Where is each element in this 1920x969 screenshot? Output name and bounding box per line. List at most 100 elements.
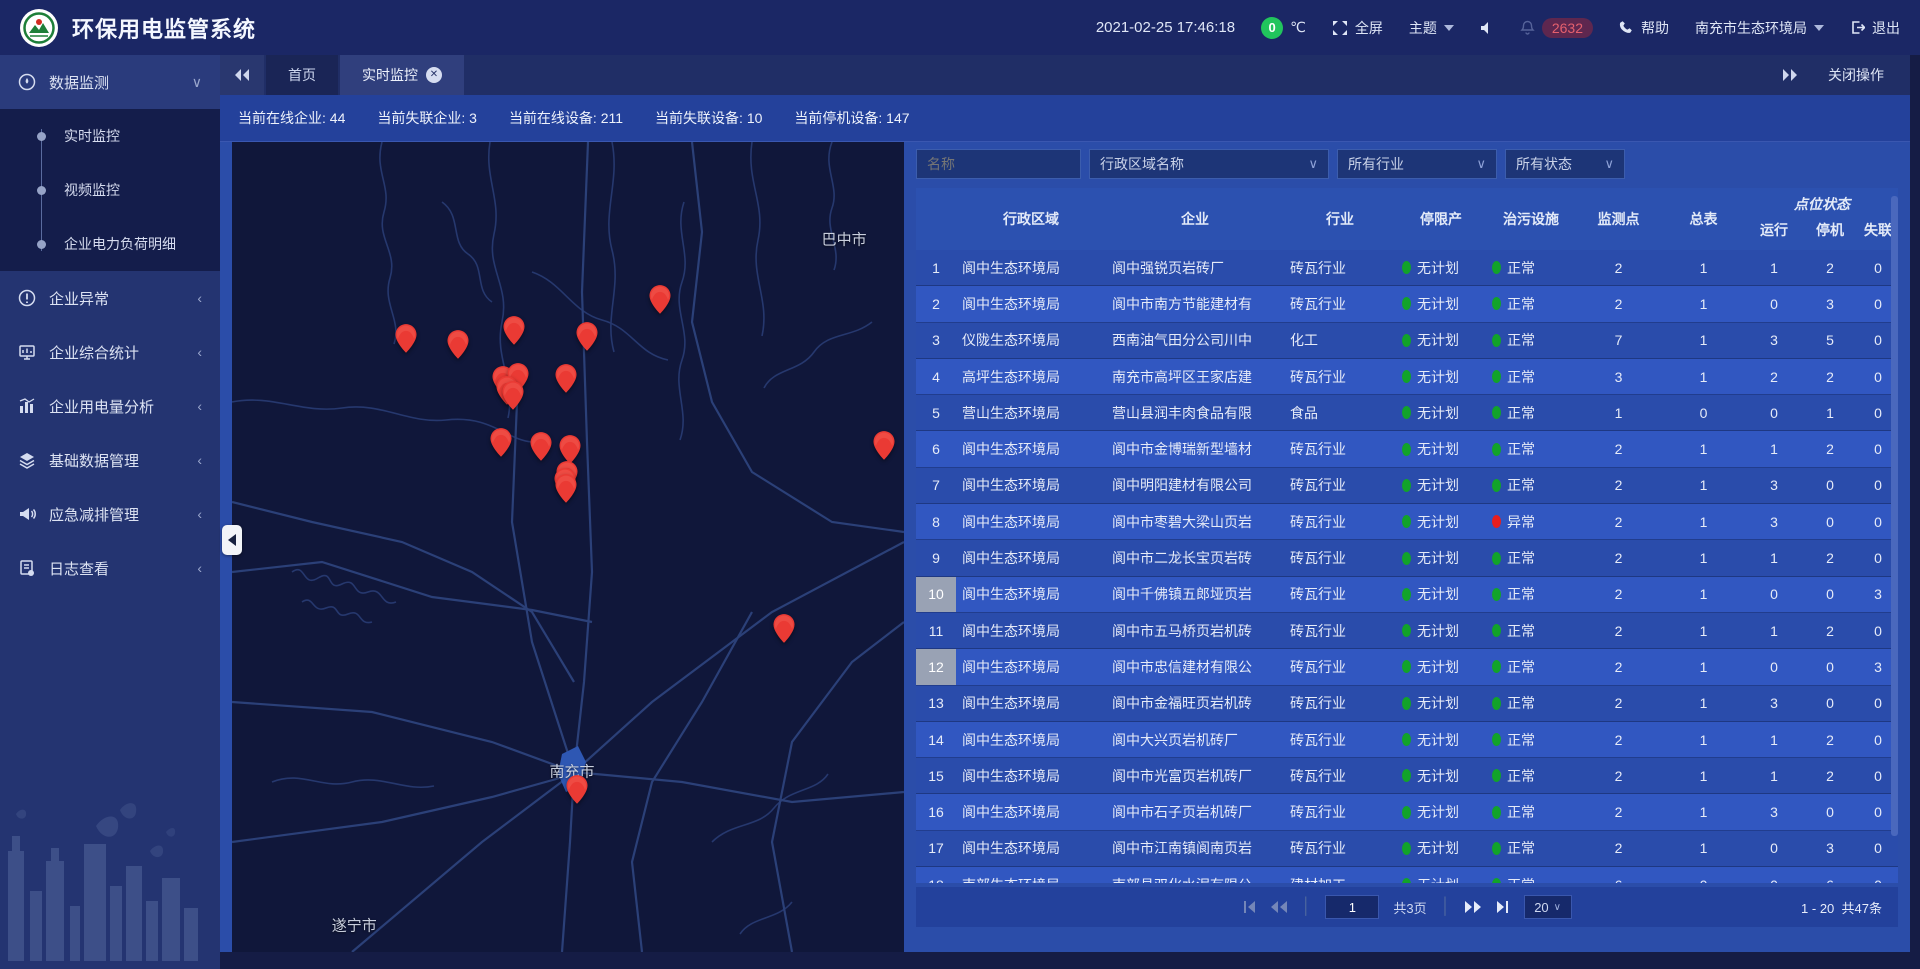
- sidebar-item-realtime-monitor[interactable]: 实时监控: [0, 109, 220, 163]
- status-filter-select[interactable]: 所有状态 ∨: [1505, 149, 1625, 179]
- table-row[interactable]: 9阆中生态环境局阆中市二龙长宝页岩砖砖瓦行业无计划正常21120: [916, 540, 1898, 576]
- cell-meter: 1: [1661, 659, 1746, 675]
- cell-treatment: 正常: [1486, 475, 1576, 495]
- table-row[interactable]: 6阆中生态环境局阆中市金博瑞新型墙材砖瓦行业无计划正常21120: [916, 431, 1898, 467]
- table-row[interactable]: 1阆中生态环境局阆中强锐页岩砖厂砖瓦行业无计划正常21120: [916, 250, 1898, 286]
- table-row[interactable]: 7阆中生态环境局阆中明阳建材有限公司砖瓦行业无计划正常21300: [916, 468, 1898, 504]
- table-row[interactable]: 12阆中生态环境局阆中市忠信建材有限公砖瓦行业无计划正常21003: [916, 649, 1898, 685]
- table-row[interactable]: 17阆中生态环境局阆中市江南镇阆南页岩砖瓦行业无计划正常21030: [916, 831, 1898, 867]
- region-filter-select[interactable]: 行政区域名称 ∨: [1089, 149, 1329, 179]
- cell-offline: 0: [1858, 840, 1898, 856]
- name-filter-field[interactable]: [916, 149, 1081, 179]
- help-button[interactable]: 帮助: [1619, 18, 1669, 38]
- sidebar-item-enterprise-stats[interactable]: 企业综合统计‹: [0, 325, 220, 379]
- cell-treatment: 正常: [1486, 838, 1576, 858]
- cell-meter: 1: [1661, 514, 1746, 530]
- table-row[interactable]: 15阆中生态环境局阆中市光富页岩机砖厂砖瓦行业无计划正常21120: [916, 758, 1898, 794]
- table-row[interactable]: 14阆中生态环境局阆中大兴页岩机砖厂砖瓦行业无计划正常21120: [916, 722, 1898, 758]
- table-header: 行政区域 企业 行业 停限产 治污设施 监测点 总表 点位状态 运行 停机 失联: [916, 188, 1898, 250]
- pager-divider: │: [1301, 898, 1311, 916]
- map-marker-pin[interactable]: [490, 428, 511, 457]
- last-page-button[interactable]: [1495, 901, 1510, 913]
- close-tab-icon[interactable]: ✕: [426, 67, 442, 83]
- cell-run: 0: [1746, 877, 1802, 883]
- table-row[interactable]: 3仪陇生态环境局西南油气田分公司川中化工无计划正常71350: [916, 323, 1898, 359]
- map-marker-pin[interactable]: [555, 364, 576, 393]
- map-marker-pin[interactable]: [566, 775, 587, 804]
- cell-stop: 0: [1802, 514, 1858, 530]
- cell-company: 阆中市石子页岩机砖厂: [1106, 802, 1284, 822]
- status-dot: [1402, 624, 1411, 637]
- close-operations-button[interactable]: 关闭操作: [1828, 65, 1884, 85]
- status-dot: [1402, 697, 1411, 710]
- sidebar-item-base-data[interactable]: 基础数据管理‹: [0, 433, 220, 487]
- cell-meter: 0: [1661, 405, 1746, 421]
- cell-monitor: 2: [1576, 477, 1661, 493]
- table-row[interactable]: 11阆中生态环境局阆中市五马桥页岩机砖砖瓦行业无计划正常21120: [916, 613, 1898, 649]
- cell-meter: 1: [1661, 260, 1746, 276]
- map-marker-pin[interactable]: [447, 330, 468, 359]
- page-size-select[interactable]: 20 ∨: [1524, 895, 1572, 919]
- theme-dropdown[interactable]: 主题: [1409, 18, 1454, 38]
- logout-button[interactable]: 退出: [1850, 18, 1900, 38]
- status-dot: [1402, 733, 1411, 746]
- sidebar-item-log-view[interactable]: 日志查看‹: [0, 541, 220, 595]
- next-page-button[interactable]: [1465, 901, 1481, 913]
- page-number-input[interactable]: [1325, 895, 1379, 919]
- name-filter-input[interactable]: [927, 156, 1070, 172]
- org-dropdown[interactable]: 南充市生态环境局: [1695, 18, 1824, 38]
- cell-region: 阆中生态环境局: [956, 693, 1106, 713]
- map-marker-pin[interactable]: [396, 324, 417, 353]
- table-row[interactable]: 8阆中生态环境局阆中市枣碧大梁山页岩砖瓦行业无计划异常21300: [916, 504, 1898, 540]
- cell-monitor: 2: [1576, 586, 1661, 602]
- table-row[interactable]: 10阆中生态环境局阆中千佛镇五郎垭页岩砖瓦行业无计划正常21003: [916, 577, 1898, 613]
- filter-row: 行政区域名称 ∨ 所有行业 ∨ 所有状态 ∨: [916, 149, 1898, 179]
- map-city-label: 遂宁市: [332, 915, 377, 936]
- alert-circle-icon: [18, 289, 36, 307]
- sidebar-item-power-load-detail[interactable]: 企业电力负荷明细: [0, 217, 220, 271]
- cell-region: 阆中生态环境局: [956, 584, 1106, 604]
- col-industry: 行业: [1284, 188, 1396, 250]
- table-scrollbar[interactable]: [1891, 196, 1898, 836]
- map-marker-pin[interactable]: [650, 285, 671, 314]
- table-row[interactable]: 2阆中生态环境局阆中市南方节能建材有砖瓦行业无计划正常21030: [916, 286, 1898, 322]
- fullscreen-button[interactable]: 全屏: [1332, 18, 1383, 38]
- map-marker-pin[interactable]: [560, 435, 581, 464]
- sidebar-item-power-analysis[interactable]: 企业用电量分析‹: [0, 379, 220, 433]
- map-marker-pin[interactable]: [504, 316, 525, 345]
- table-row[interactable]: 13阆中生态环境局阆中市金福旺页岩机砖砖瓦行业无计划正常21300: [916, 686, 1898, 722]
- table-row[interactable]: 16阆中生态环境局阆中市石子页岩机砖厂砖瓦行业无计划正常21300: [916, 794, 1898, 830]
- cell-stop: 5: [1802, 332, 1858, 348]
- tabs-scroll-right-button[interactable]: [1782, 69, 1798, 81]
- map-panel[interactable]: 巴中市南充市遂宁市: [232, 142, 904, 952]
- cell-company: 阆中强锐页岩砖厂: [1106, 258, 1284, 278]
- sidebar-item-enterprise-abnormal[interactable]: 企业异常‹: [0, 271, 220, 325]
- table-row[interactable]: 4高坪生态环境局南充市高坪区王家店建砖瓦行业无计划正常31220: [916, 359, 1898, 395]
- prev-page-button[interactable]: [1271, 901, 1287, 913]
- tabs-scroll-left-button[interactable]: [220, 55, 264, 95]
- cell-treatment: 正常: [1486, 330, 1576, 350]
- cell-run: 3: [1746, 477, 1802, 493]
- sound-toggle[interactable]: [1480, 21, 1494, 35]
- cell-region: 阆中生态环境局: [956, 838, 1106, 858]
- tab-home[interactable]: 首页: [266, 55, 338, 95]
- sidebar-item-video-monitor[interactable]: 视频监控: [0, 163, 220, 217]
- map-marker-pin[interactable]: [555, 474, 576, 503]
- map-marker-pin[interactable]: [502, 381, 523, 410]
- tab-realtime-monitor[interactable]: 实时监控 ✕: [340, 55, 464, 95]
- map-marker-pin[interactable]: [773, 614, 794, 643]
- map-marker-pin[interactable]: [873, 431, 894, 460]
- sidebar-item-emergency-reduction[interactable]: 应急减排管理‹: [0, 487, 220, 541]
- status-dot: [1492, 660, 1501, 673]
- cell-region: 阆中生态环境局: [956, 294, 1106, 314]
- industry-filter-select[interactable]: 所有行业 ∨: [1337, 149, 1497, 179]
- notifications[interactable]: 2632: [1520, 18, 1593, 38]
- map-marker-pin[interactable]: [531, 432, 552, 461]
- first-page-button[interactable]: [1242, 901, 1257, 913]
- map-marker-pin[interactable]: [576, 322, 597, 351]
- sidebar-collapse-handle[interactable]: [222, 525, 242, 555]
- sidebar-item-data-monitor[interactable]: 数据监测∨: [0, 55, 220, 109]
- table-row[interactable]: 18南部生态环境局南部县双化水泥有限公建材加工无计划正常60060: [916, 867, 1898, 883]
- chevron-left-icon: ‹: [197, 290, 202, 306]
- table-row[interactable]: 5营山生态环境局营山县润丰肉食品有限食品无计划正常10010: [916, 395, 1898, 431]
